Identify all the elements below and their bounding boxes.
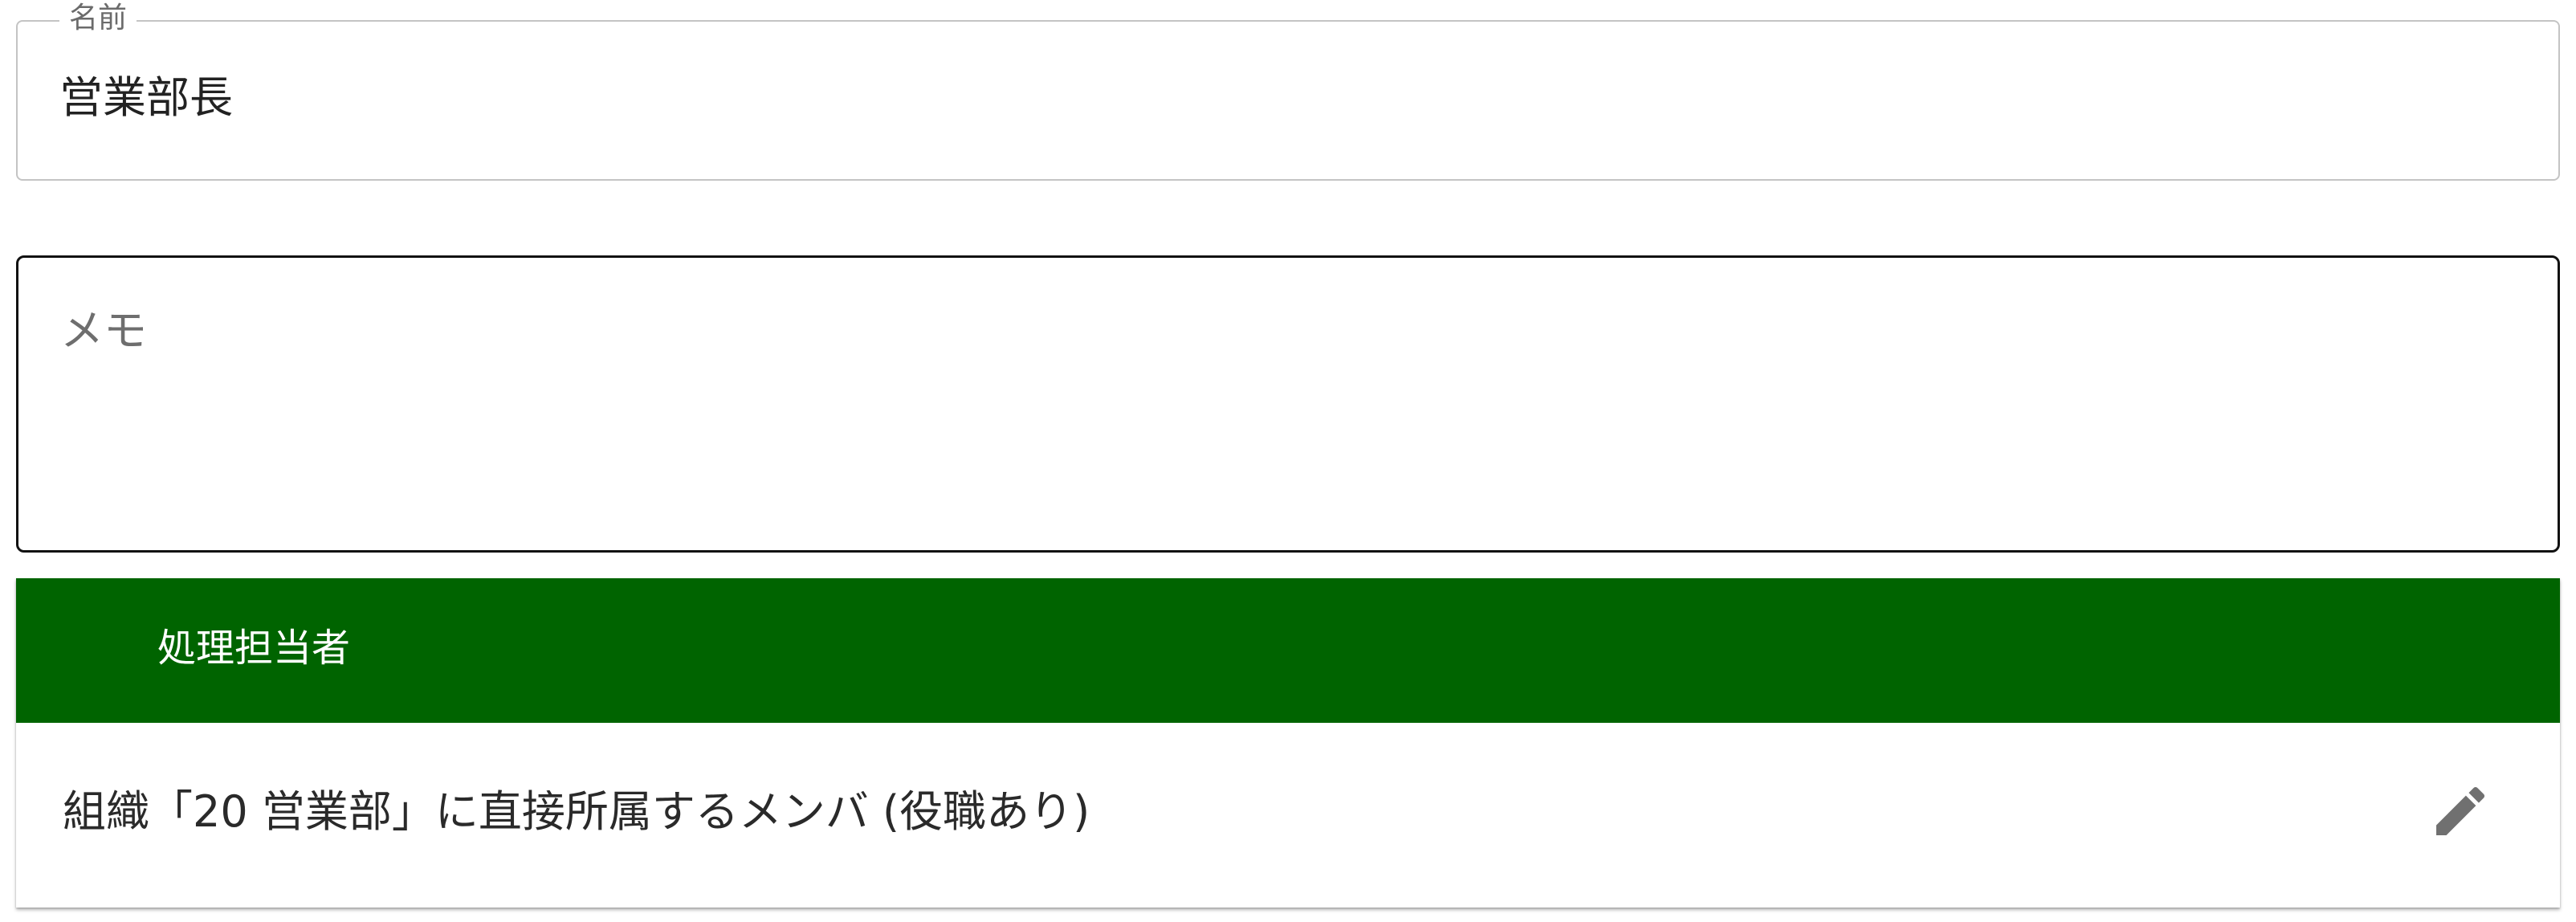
assignee-description: 組織「20 営業部」に直接所属するメンバ (役職あり) (63, 786, 1090, 837)
memo-placeholder: メモ (60, 305, 147, 356)
edit-assignee-button[interactable] (2420, 771, 2501, 851)
memo-textarea[interactable]: メモ (16, 255, 2560, 553)
assignee-row: 組織「20 営業部」に直接所属するメンバ (役職あり) (16, 723, 2560, 908)
assignee-header-title: 処理担当者 (157, 626, 351, 671)
name-field-label: 名前 (59, 1, 137, 36)
form-page: 名前 営業部長 メモ 処理担当者 組織「20 営業部」に直接所属するメンバ (役… (0, 0, 2576, 922)
name-field[interactable]: 名前 営業部長 (16, 1, 2560, 181)
name-field-value[interactable]: 営業部長 (59, 70, 233, 126)
assignee-card: 処理担当者 組織「20 営業部」に直接所属するメンバ (役職あり) (16, 578, 2560, 908)
assignee-header: 処理担当者 (16, 578, 2560, 723)
pencil-icon (2436, 786, 2485, 835)
